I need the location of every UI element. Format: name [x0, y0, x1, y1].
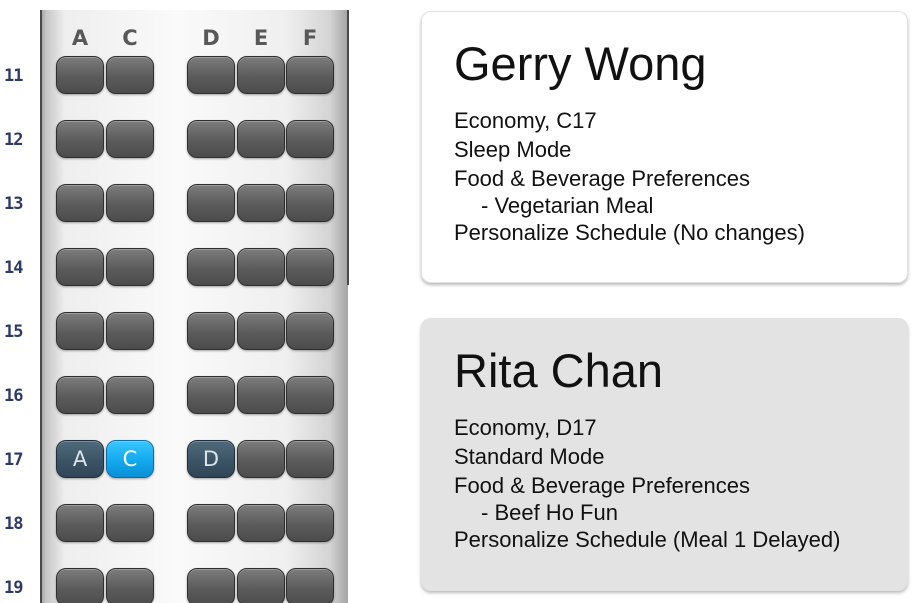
mode-text: Sleep Mode [454, 137, 572, 162]
passenger-name: Rita Chan [454, 344, 663, 397]
seat-12e[interactable] [237, 120, 285, 158]
seat-17e[interactable] [237, 440, 285, 478]
seat-17c-selected[interactable]: C [106, 440, 154, 478]
class-seat-text: Economy, D17 [454, 415, 597, 440]
seat-16f[interactable] [286, 376, 334, 414]
seat-19e[interactable] [237, 568, 285, 603]
cabin-wall-right [347, 10, 349, 285]
seat-13a[interactable] [56, 184, 104, 222]
seat-15f[interactable] [286, 312, 334, 350]
row-label-14: 14 [4, 258, 23, 278]
seat-16d[interactable] [187, 376, 235, 414]
schedule-text: Personalize Schedule (Meal 1 Delayed) [454, 527, 841, 552]
column-label-f: F [302, 26, 318, 50]
passenger-card-rita-chan[interactable]: Rita Chan Economy, D17 Standard Mode Foo… [421, 318, 908, 591]
food-preference-item: - Beef Ho Fun [481, 500, 618, 525]
seat-15e[interactable] [237, 312, 285, 350]
row-label-17: 17 [4, 450, 23, 470]
seat-12a[interactable] [56, 120, 104, 158]
column-label-a: A [71, 26, 89, 50]
seat-12c[interactable] [106, 120, 154, 158]
seat-17f[interactable] [286, 440, 334, 478]
seat-14a[interactable] [56, 248, 104, 286]
seat-17a-selected[interactable]: A [56, 440, 104, 478]
seat-18f[interactable] [286, 504, 334, 542]
seat-15a[interactable] [56, 312, 104, 350]
row-label-16: 16 [4, 386, 23, 406]
row-label-12: 12 [4, 130, 23, 150]
column-label-d: D [202, 26, 220, 50]
seat-15c[interactable] [106, 312, 154, 350]
seat-13f[interactable] [286, 184, 334, 222]
food-preferences-heading: Food & Beverage Preferences [454, 473, 750, 498]
column-label-e: E [253, 26, 269, 50]
seat-18d[interactable] [187, 504, 235, 542]
food-preferences-heading: Food & Beverage Preferences [454, 166, 750, 191]
row-label-13: 13 [4, 194, 23, 214]
food-preference-item: - Vegetarian Meal [481, 193, 654, 218]
row-label-11: 11 [4, 66, 23, 86]
seat-14c[interactable] [106, 248, 154, 286]
seat-17d-selected[interactable]: D [187, 440, 235, 478]
seat-11d[interactable] [187, 56, 235, 94]
seat-11f[interactable] [286, 56, 334, 94]
row-label-18: 18 [4, 514, 23, 534]
schedule-text: Personalize Schedule (No changes) [454, 220, 805, 245]
mode-text: Standard Mode [454, 444, 605, 469]
seat-16c[interactable] [106, 376, 154, 414]
seat-14f[interactable] [286, 248, 334, 286]
seat-11c[interactable] [106, 56, 154, 94]
seat-18a[interactable] [56, 504, 104, 542]
cabin-wall-left [40, 10, 42, 603]
seat-19d[interactable] [187, 568, 235, 603]
seat-19a[interactable] [56, 568, 104, 603]
seat-12d[interactable] [187, 120, 235, 158]
seat-11a[interactable] [56, 56, 104, 94]
seat-18c[interactable] [106, 504, 154, 542]
passenger-name: Gerry Wong [454, 37, 707, 90]
seat-13e[interactable] [237, 184, 285, 222]
seat-18e[interactable] [237, 504, 285, 542]
seat-16e[interactable] [237, 376, 285, 414]
seat-11e[interactable] [237, 56, 285, 94]
column-label-c: C [122, 26, 138, 50]
seat-13c[interactable] [106, 184, 154, 222]
row-label-15: 15 [4, 322, 23, 342]
seat-13d[interactable] [187, 184, 235, 222]
passenger-card-gerry-wong[interactable]: Gerry Wong Economy, C17 Sleep Mode Food … [421, 11, 908, 283]
seat-14e[interactable] [237, 248, 285, 286]
seat-14d[interactable] [187, 248, 235, 286]
seat-12f[interactable] [286, 120, 334, 158]
row-label-19: 19 [4, 578, 23, 598]
seat-map: A C D E F 11 12 13 14 15 16 17 18 19 ACD [0, 0, 350, 603]
seat-15d[interactable] [187, 312, 235, 350]
class-seat-text: Economy, C17 [454, 108, 597, 133]
seat-19f[interactable] [286, 568, 334, 603]
seat-16a[interactable] [56, 376, 104, 414]
seat-19c[interactable] [106, 568, 154, 603]
